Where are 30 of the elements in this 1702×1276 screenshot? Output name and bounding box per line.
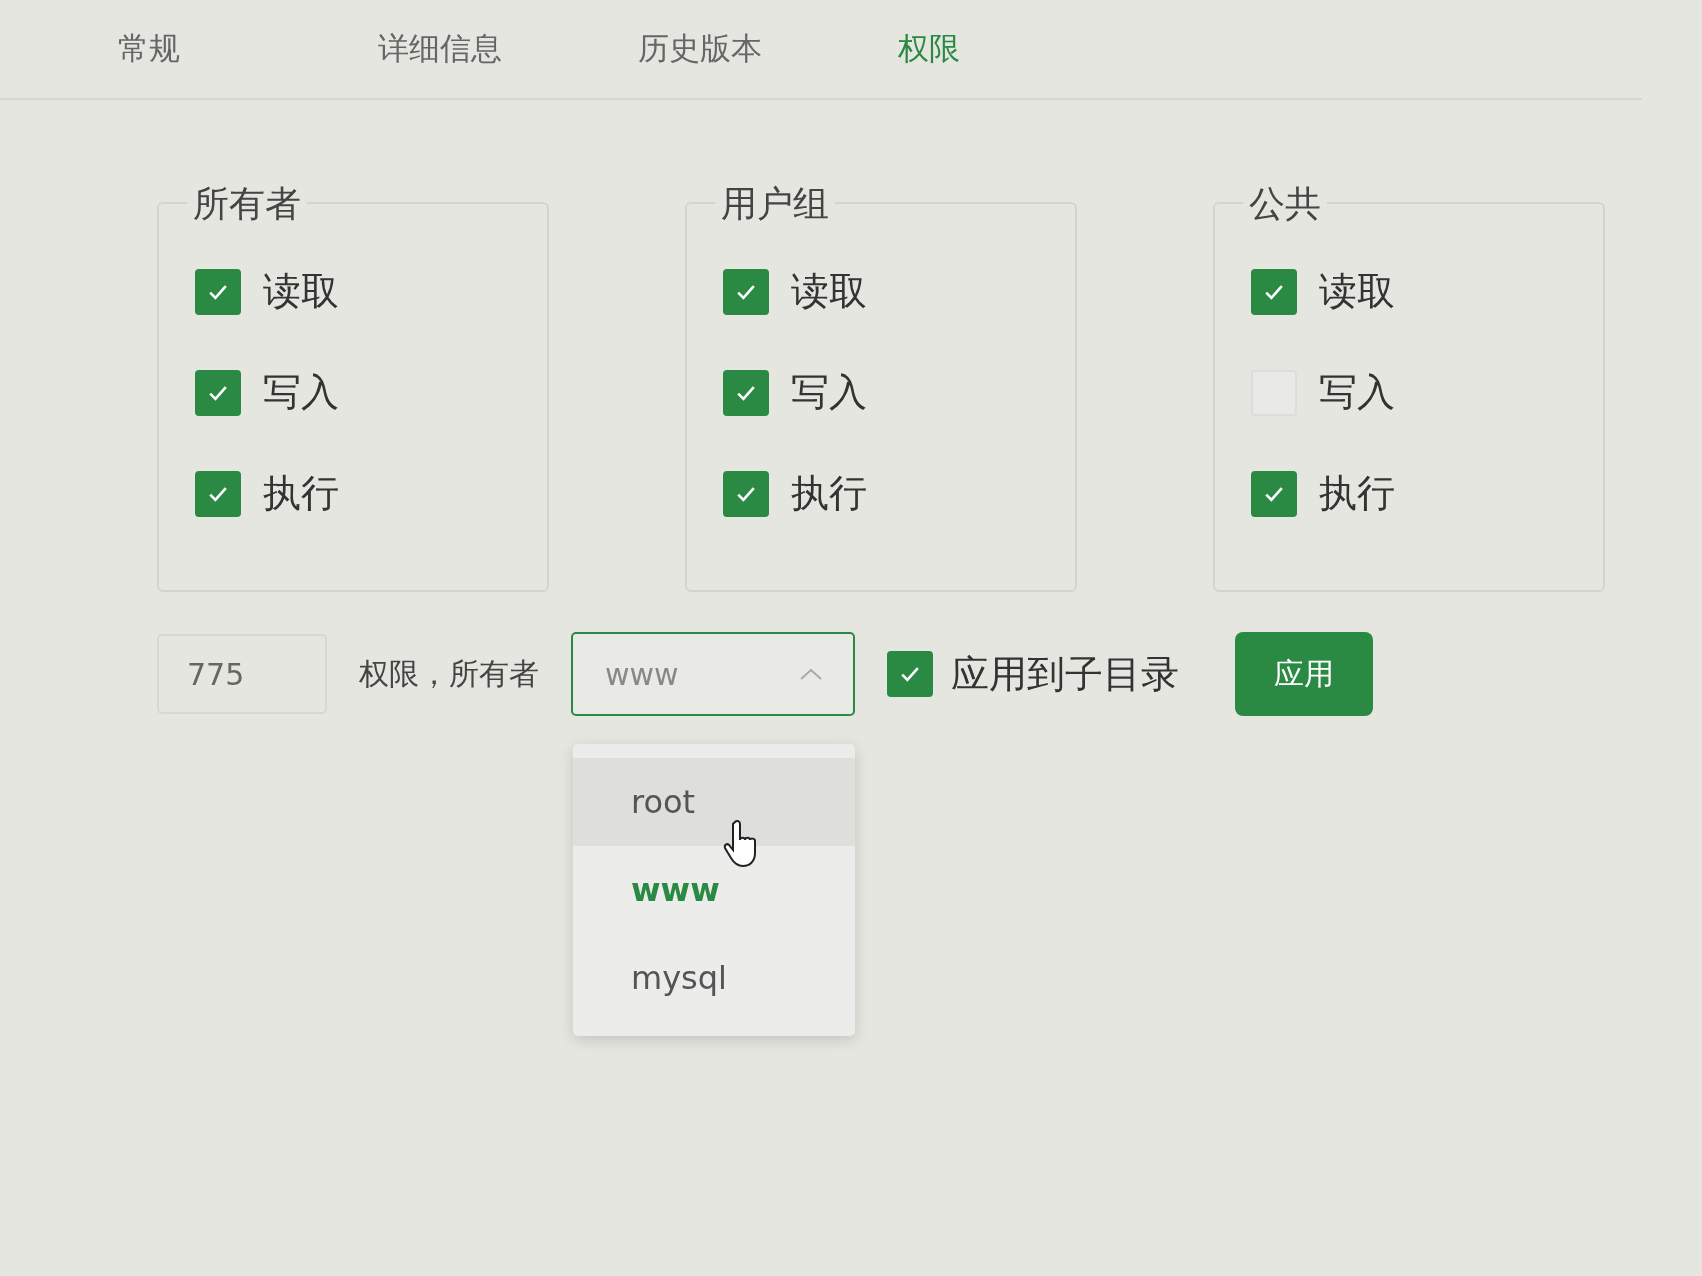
caret-icon bbox=[799, 667, 823, 681]
checkbox-label: 读取 bbox=[263, 268, 339, 315]
tab[interactable]: 常规 bbox=[118, 28, 378, 98]
checkbox-label: 读取 bbox=[1319, 268, 1395, 315]
dropdown-option[interactable]: www bbox=[573, 846, 855, 934]
mode-field[interactable]: 775 bbox=[157, 634, 327, 714]
checkbox-label: 应用到子目录 bbox=[951, 650, 1179, 698]
checkbox-label: 写入 bbox=[263, 369, 339, 416]
tab[interactable]: 详细信息 bbox=[378, 28, 638, 98]
checkbox-label: 写入 bbox=[1319, 369, 1395, 416]
checkbox[interactable] bbox=[1251, 470, 1297, 517]
dropdown-option[interactable]: mysql bbox=[573, 934, 855, 1022]
checkbox-label: 写入 bbox=[791, 369, 867, 416]
tab[interactable]: 历史版本 bbox=[638, 28, 898, 98]
checkbox-label: 执行 bbox=[263, 470, 339, 517]
checkbox[interactable] bbox=[195, 470, 241, 517]
checkbox[interactable] bbox=[723, 268, 769, 315]
checkbox-label: 执行 bbox=[1319, 470, 1395, 517]
checkbox-label: 执行 bbox=[791, 470, 867, 517]
checkbox[interactable] bbox=[195, 268, 241, 315]
checkbox[interactable] bbox=[1251, 268, 1297, 315]
apply-button[interactable]: 应用 bbox=[1235, 632, 1373, 716]
checkbox[interactable] bbox=[723, 470, 769, 517]
checkbox[interactable] bbox=[195, 369, 241, 416]
checkbox-label: 读取 bbox=[791, 268, 867, 315]
checkbox[interactable] bbox=[887, 651, 933, 697]
owner-label: 权限，所有者 bbox=[359, 654, 539, 693]
tab[interactable]: 权限 bbox=[898, 28, 1158, 98]
checkbox[interactable] bbox=[723, 369, 769, 416]
owner-select[interactable]: www bbox=[571, 632, 855, 716]
